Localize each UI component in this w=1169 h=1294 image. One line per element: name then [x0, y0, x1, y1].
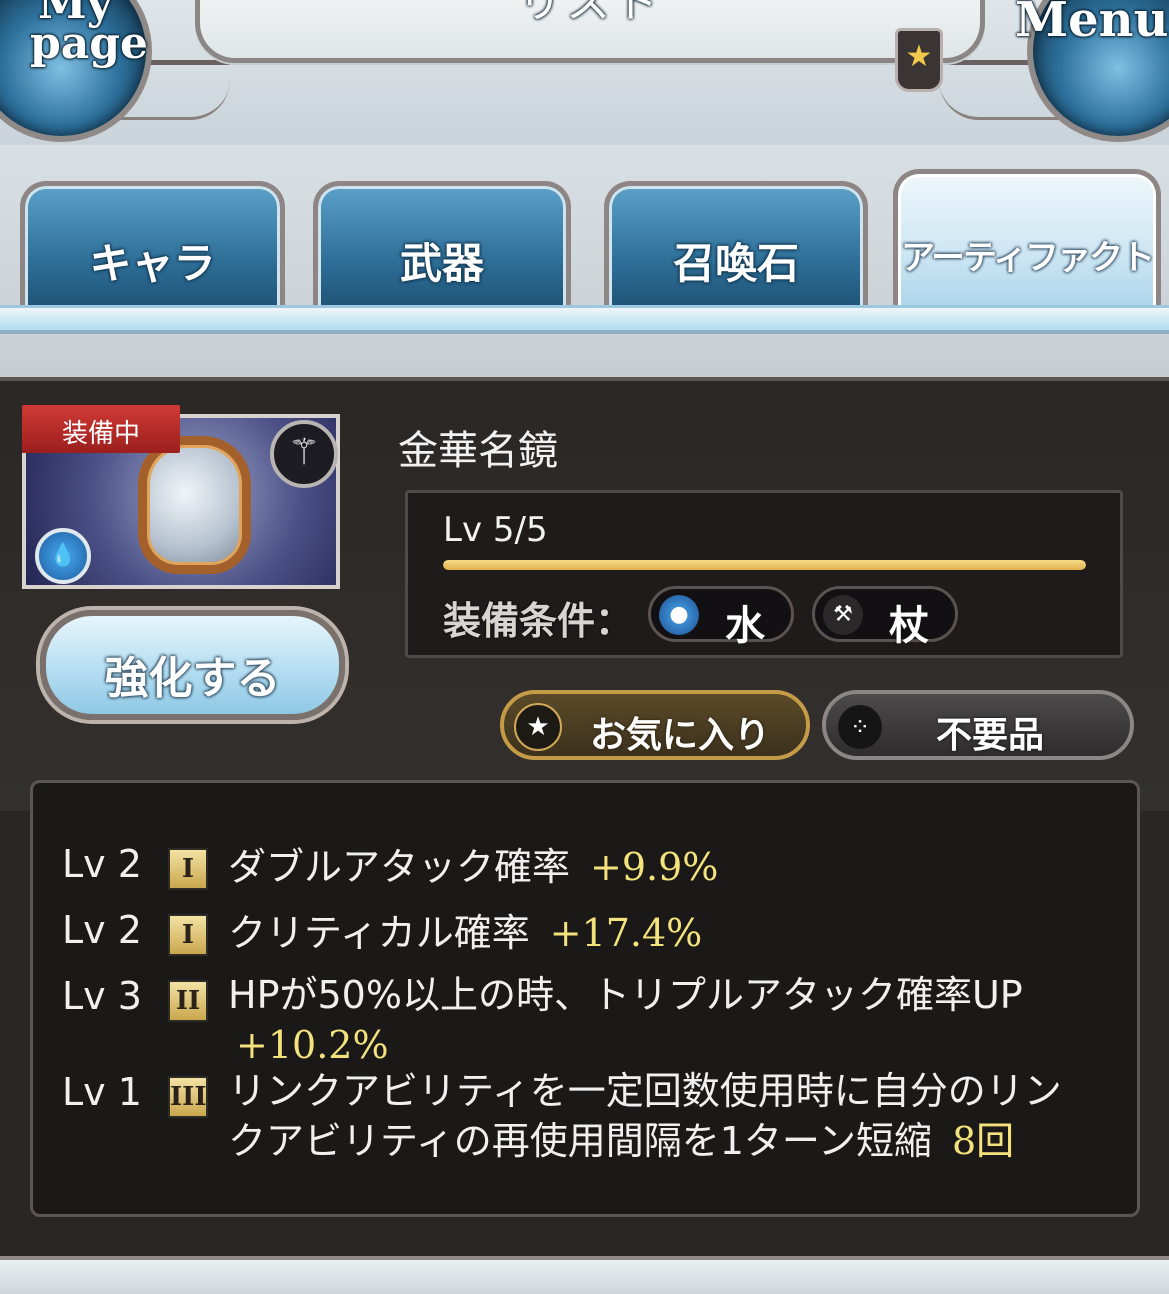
- tab-label: 武器: [399, 239, 484, 288]
- star-icon: ★: [514, 703, 562, 751]
- skill-level: Lv 2: [62, 908, 142, 952]
- skill-description: ダブルアタック確率 +9.9%: [228, 842, 1098, 892]
- water-element-icon: 💧: [35, 528, 91, 584]
- enhance-button-label: 強化する: [104, 653, 281, 704]
- junk-button[interactable]: ⁘ 不要品: [822, 690, 1134, 760]
- skill-value: +17.4%: [549, 911, 703, 955]
- skill-tier-icon: I: [168, 914, 208, 956]
- skill-level: Lv 3: [62, 974, 142, 1018]
- top-header: リスト My page Menu ★: [0, 0, 1169, 145]
- skill-level: Lv 2: [62, 842, 142, 886]
- bottom-strip: [0, 1256, 1169, 1294]
- tab-shelf: [0, 305, 1169, 334]
- equipped-badge: 装備中: [22, 405, 180, 453]
- favorite-button-label: お気に入り: [590, 715, 771, 756]
- skill-description: クリティカル確率 +17.4%: [228, 908, 1098, 958]
- tab-artifact[interactable]: アーティファクト: [893, 169, 1161, 314]
- skill-tier-icon: III: [168, 1076, 208, 1118]
- condition-staff: ⚒ 杖: [812, 586, 958, 649]
- junk-button-label: 不要品: [936, 715, 1045, 756]
- page-title: リスト: [518, 0, 662, 28]
- tab-label: キャラ: [89, 239, 216, 288]
- equipped-badge-label: 装備中: [61, 419, 140, 449]
- skill-text: HPが50%以上の時、トリプルアタック確率UP: [228, 973, 1023, 1017]
- condition-water-label: 水: [725, 603, 765, 649]
- equip-condition-label: 装備条件：: [443, 599, 634, 643]
- skill-value: +9.9%: [590, 845, 719, 889]
- mirror-artifact-image: [138, 436, 251, 574]
- skill-text: ダブルアタック確率: [228, 845, 571, 889]
- condition-water: ● 水: [648, 586, 794, 649]
- favorites-filter-button[interactable]: ★: [895, 28, 943, 92]
- tab-chara[interactable]: キャラ: [20, 181, 285, 310]
- dice-icon: ⁘: [838, 705, 882, 749]
- skill-tier-icon: I: [168, 848, 208, 890]
- tab-label: 召喚石: [672, 239, 799, 288]
- level-bar: [443, 560, 1086, 570]
- star-icon: ★: [905, 39, 933, 74]
- water-orb-icon: ●: [659, 595, 699, 635]
- skill-tier-icon: II: [168, 980, 208, 1022]
- condition-staff-label: 杖: [889, 603, 929, 649]
- staff-icon: ⚒: [823, 595, 863, 635]
- skill-value: 8回: [952, 1119, 1015, 1163]
- favorite-button[interactable]: ★ お気に入り: [500, 690, 810, 760]
- mypage-label-bottom: page: [30, 18, 149, 69]
- menu-label: Menu: [1015, 0, 1169, 48]
- skill-text: クリティカル確率: [228, 911, 530, 955]
- artifact-level: Lv 5/5: [443, 510, 548, 550]
- staff-icon: ⚚: [270, 420, 338, 488]
- level-bar-fill: [443, 560, 1086, 570]
- skill-level: Lv 1: [62, 1070, 142, 1114]
- artifact-name: 金華名鏡: [398, 428, 558, 474]
- category-tabs: キャラ 武器 召喚石 アーティファクト: [0, 145, 1169, 377]
- tab-summon[interactable]: 召喚石: [604, 181, 868, 310]
- tab-label: アーティファクト: [901, 238, 1155, 278]
- skill-value: +10.2%: [236, 1023, 389, 1067]
- tab-weapon[interactable]: 武器: [313, 181, 571, 310]
- skill-text: リンクアビリティを一定回数使用時に自分のリンクアビリティの再使用間隔を1ターン短…: [228, 1069, 1062, 1163]
- enhance-button[interactable]: 強化する: [40, 610, 345, 720]
- skill-description: HPが50%以上の時、トリプルアタック確率UP +10.2%: [228, 970, 1098, 1070]
- title-plate: リスト: [195, 0, 985, 63]
- skill-description: リンクアビリティを一定回数使用時に自分のリンクアビリティの再使用間隔を1ターン短…: [228, 1066, 1088, 1166]
